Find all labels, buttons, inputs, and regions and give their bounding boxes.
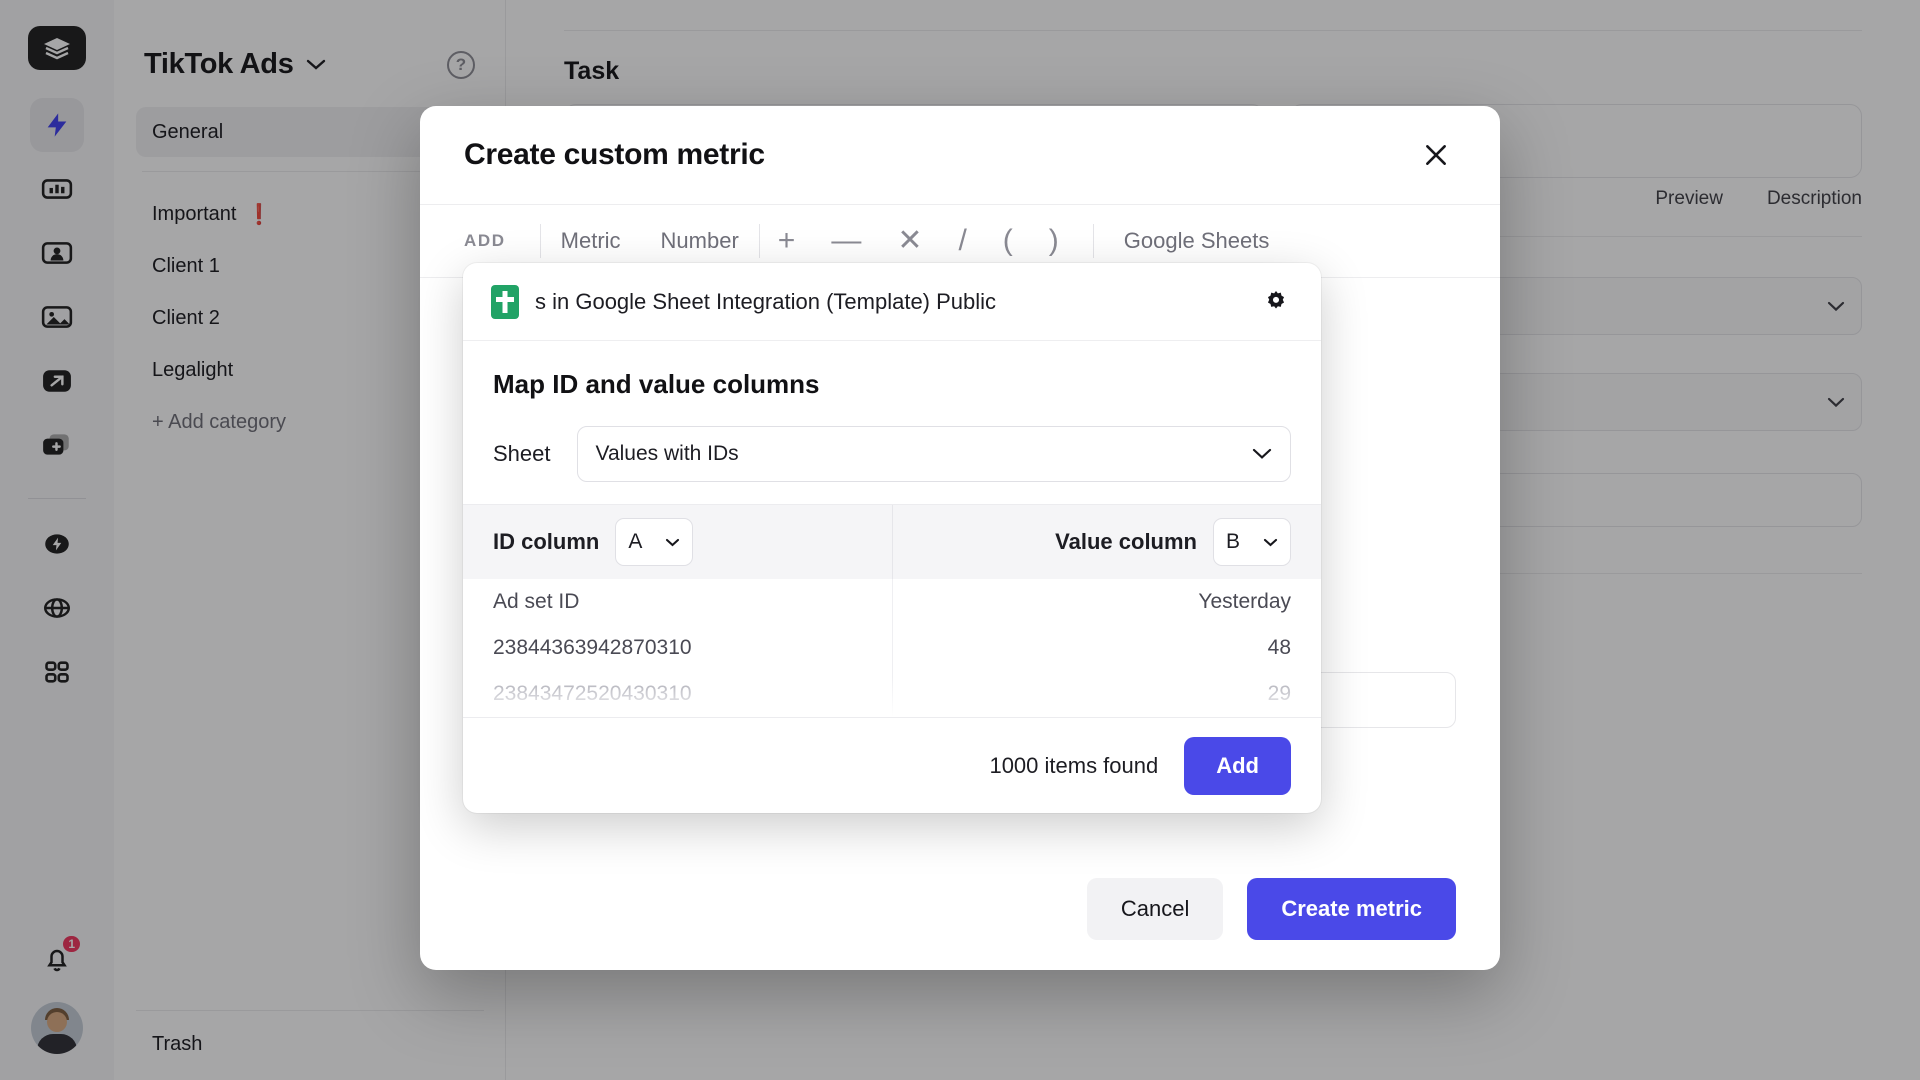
table-cell-id-header: Ad set ID (463, 579, 892, 625)
items-found-label: 1000 items found (989, 753, 1158, 779)
modal-footer: Cancel Create metric (420, 848, 1500, 970)
value-column-value: B (1226, 530, 1240, 554)
google-sheets-icon (491, 285, 519, 319)
operator-open-paren-button[interactable]: ( (985, 226, 1031, 256)
modal-header: Create custom metric (420, 106, 1500, 204)
settings-button[interactable] (1259, 285, 1293, 319)
operator-plus-button[interactable]: + (760, 226, 814, 256)
table-cell-value: 48 (892, 625, 1322, 671)
toolbar-google-sheets-button[interactable]: Google Sheets (1094, 228, 1270, 254)
cancel-button[interactable]: Cancel (1087, 878, 1223, 940)
popover-source: s in Google Sheet Integration (Template)… (491, 285, 996, 319)
toolbar-add-label: ADD (464, 231, 540, 251)
id-column-label: ID column (493, 529, 599, 555)
operator-close-paren-button[interactable]: ) (1031, 226, 1077, 256)
popover-map-section: Map ID and value columns Sheet Values wi… (463, 341, 1321, 504)
toolbar-number-button[interactable]: Number (641, 228, 759, 254)
id-column-cell: ID column A (463, 505, 892, 579)
preview-table: Ad set ID Yesterday 23844363942870310 48… (463, 579, 1321, 717)
value-column-label: Value column (1055, 529, 1197, 555)
column-mapping-header: ID column A Value column B (463, 504, 1321, 579)
value-column-select[interactable]: B (1213, 518, 1291, 566)
sheet-select-value: Values with IDs (596, 442, 739, 466)
table-row: 23844363942870310 48 (463, 625, 1321, 671)
popover-footer: 1000 items found Add (463, 717, 1321, 813)
sheet-select[interactable]: Values with IDs (577, 426, 1292, 482)
operator-divide-button[interactable]: / (940, 226, 984, 256)
close-icon (1423, 142, 1449, 168)
operator-multiply-button[interactable]: ✕ (879, 226, 940, 256)
id-column-value: A (628, 530, 642, 554)
table-row-header: Ad set ID Yesterday (463, 579, 1321, 625)
create-metric-button[interactable]: Create metric (1247, 878, 1456, 940)
close-button[interactable] (1416, 135, 1456, 175)
popover-source-title: s in Google Sheet Integration (Template)… (535, 289, 996, 315)
gear-icon (1262, 288, 1290, 316)
table-fade-overlay (463, 677, 1321, 717)
add-button[interactable]: Add (1184, 737, 1291, 795)
value-column-cell: Value column B (892, 505, 1322, 579)
toolbar-metric-button[interactable]: Metric (541, 228, 641, 254)
table-cell-id: 23844363942870310 (463, 625, 892, 671)
id-column-select[interactable]: A (615, 518, 693, 566)
sheet-label: Sheet (493, 441, 551, 467)
chevron-down-icon (665, 538, 680, 547)
operator-minus-button[interactable]: — (813, 226, 879, 256)
google-sheets-popover: s in Google Sheet Integration (Template)… (463, 263, 1321, 813)
popover-heading: Map ID and value columns (493, 369, 1291, 400)
table-cell-value-header: Yesterday (892, 579, 1322, 625)
chevron-down-icon (1263, 538, 1278, 547)
popover-header: s in Google Sheet Integration (Template)… (463, 263, 1321, 341)
app-root: 1 TikTok Ads ? General Important (0, 0, 1920, 1080)
chevron-down-icon (1252, 448, 1272, 460)
modal-title: Create custom metric (464, 138, 765, 172)
sheet-selector-row: Sheet Values with IDs (493, 426, 1291, 482)
